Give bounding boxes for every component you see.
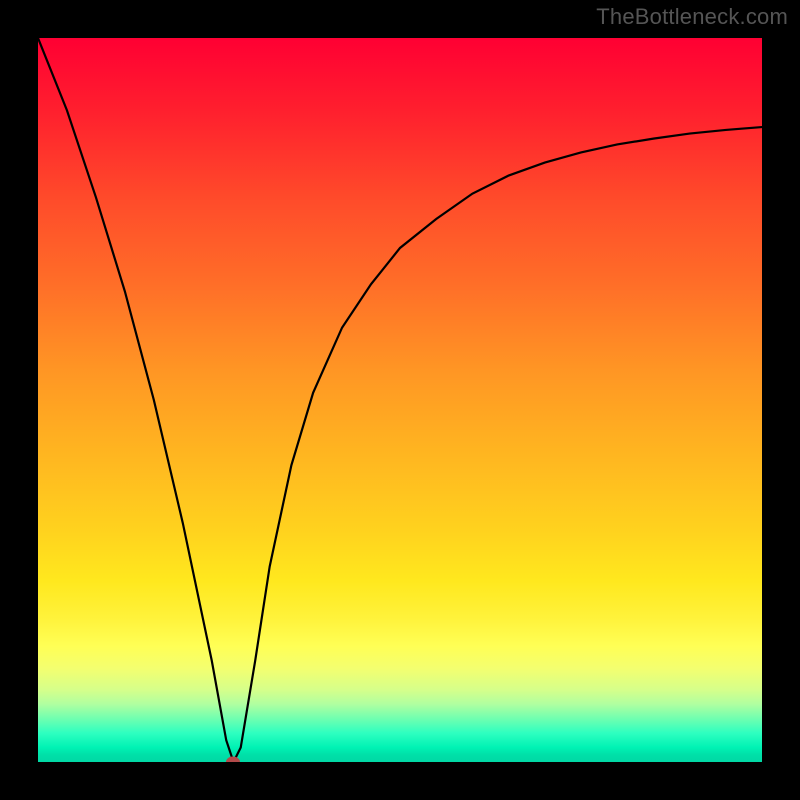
curve-svg [38, 38, 762, 762]
watermark-text: TheBottleneck.com [596, 4, 788, 30]
minimum-marker [226, 757, 240, 763]
plot-area [38, 38, 762, 762]
chart-frame: TheBottleneck.com [0, 0, 800, 800]
bottleneck-curve-path [38, 38, 762, 762]
